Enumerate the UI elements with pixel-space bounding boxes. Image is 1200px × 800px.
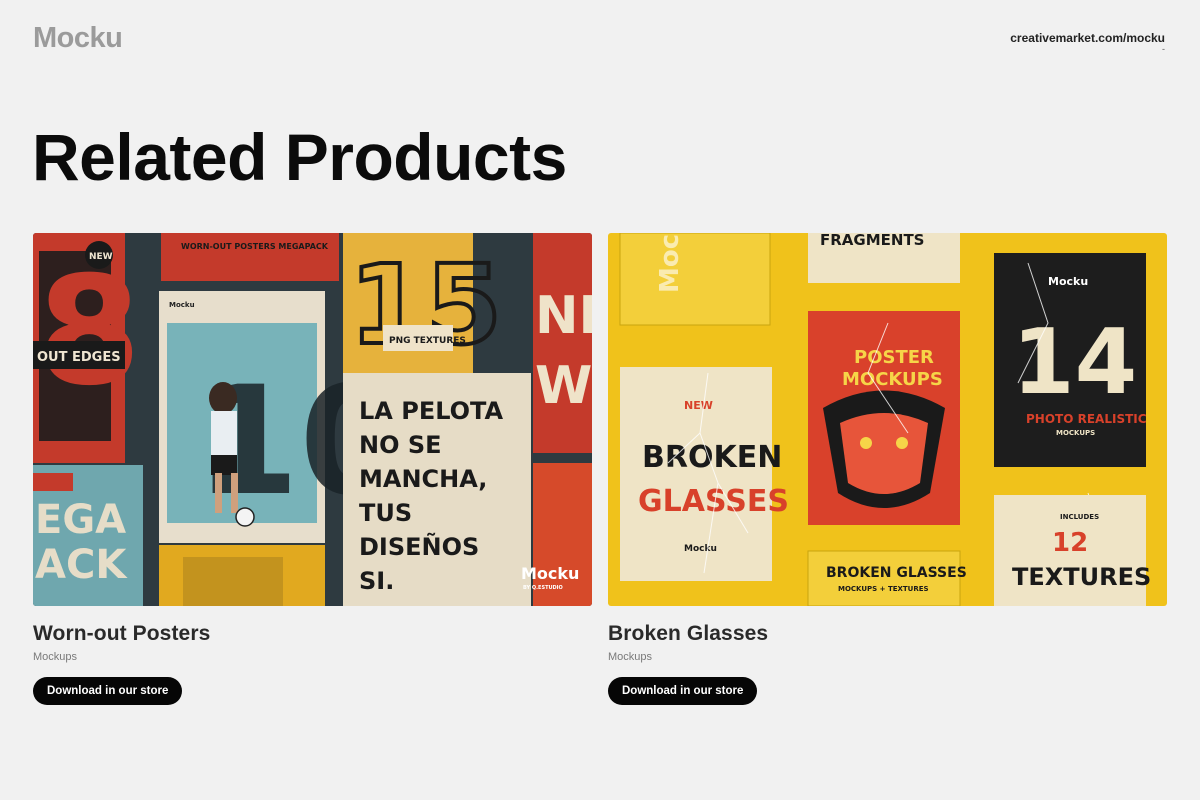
- product-image-worn-out-posters[interactable]: 8 OUT EDGES NEW EGA ACK WORN-OUT POSTERS…: [33, 233, 592, 606]
- svg-text:Mocku: Mocku: [655, 233, 685, 293]
- quote-line-3: MANCHA,: [359, 465, 487, 493]
- product-title: Broken Glasses: [608, 622, 769, 645]
- broken-text: BROKEN: [642, 440, 782, 475]
- svg-text:NE: NE: [535, 286, 592, 346]
- product-title: Worn-out Posters: [33, 622, 211, 645]
- photo-realistic-text: PHOTO REALISTIC: [1026, 412, 1147, 426]
- textures-text: TEXTURES: [1012, 563, 1151, 591]
- poster-title-1: POSTER: [854, 347, 934, 368]
- quote-line-5: DISEÑOS: [359, 532, 479, 561]
- new-text: NEW: [684, 399, 713, 412]
- quote-line-6: SI.: [359, 567, 394, 595]
- edges-text: OUT EDGES: [37, 350, 121, 365]
- brand-text: Mocku: [521, 564, 579, 583]
- megapack-title: WORN-OUT POSTERS MEGAPACK: [181, 242, 329, 251]
- number-12: 12: [1052, 528, 1088, 558]
- site-link-dash: -: [1162, 44, 1165, 54]
- bottom-title-text: BROKEN GLASSES: [826, 565, 967, 581]
- product-category: Mockups: [33, 651, 78, 663]
- new-badge-text: NEW: [89, 252, 113, 262]
- quote-line-2: NO SE: [359, 431, 442, 459]
- quote-line-4: TUS: [359, 499, 412, 527]
- quote-line-1: LA PELOTA: [359, 397, 504, 425]
- poster-title-2: MOCKUPS: [842, 369, 943, 390]
- svg-text:W: W: [535, 356, 592, 416]
- textures-label: PNG TEXTURES: [389, 336, 466, 346]
- svg-text:ACK: ACK: [35, 542, 128, 588]
- brand-a-text: Mocku: [1048, 275, 1088, 288]
- svg-text:Mocku: Mocku: [684, 544, 717, 554]
- product-category: Mockups: [608, 651, 653, 663]
- download-button[interactable]: Download in our store: [33, 677, 183, 705]
- bottom-sub-text: MOCKUPS + TEXTURES: [838, 585, 929, 593]
- product-card-worn-out-posters: 8 OUT EDGES NEW EGA ACK WORN-OUT POSTERS…: [33, 233, 593, 705]
- download-button[interactable]: Download in our store: [608, 677, 758, 705]
- product-card-broken-glasses: Mocku FRAGMENTS Mocku 14 PHOTO REALISTIC…: [608, 233, 1168, 705]
- number-14: 14: [1012, 310, 1137, 415]
- site-link[interactable]: creativemarket.com/mocku: [1010, 31, 1165, 45]
- logo[interactable]: Mocku: [33, 22, 123, 55]
- fragments-text: FRAGMENTS: [820, 233, 924, 249]
- mockups-small-text: MOCKUPS: [1056, 429, 1095, 437]
- product-image-broken-glasses[interactable]: Mocku FRAGMENTS Mocku 14 PHOTO REALISTIC…: [608, 233, 1167, 606]
- brand-sub-text: BY Q.ESTUDIO: [523, 585, 563, 591]
- page-title: Related Products: [32, 120, 567, 194]
- svg-text:EGA: EGA: [35, 497, 126, 543]
- svg-text:Mocku: Mocku: [169, 301, 195, 309]
- svg-text:8: 8: [37, 245, 141, 419]
- includes-text: INCLUDES: [1060, 513, 1099, 521]
